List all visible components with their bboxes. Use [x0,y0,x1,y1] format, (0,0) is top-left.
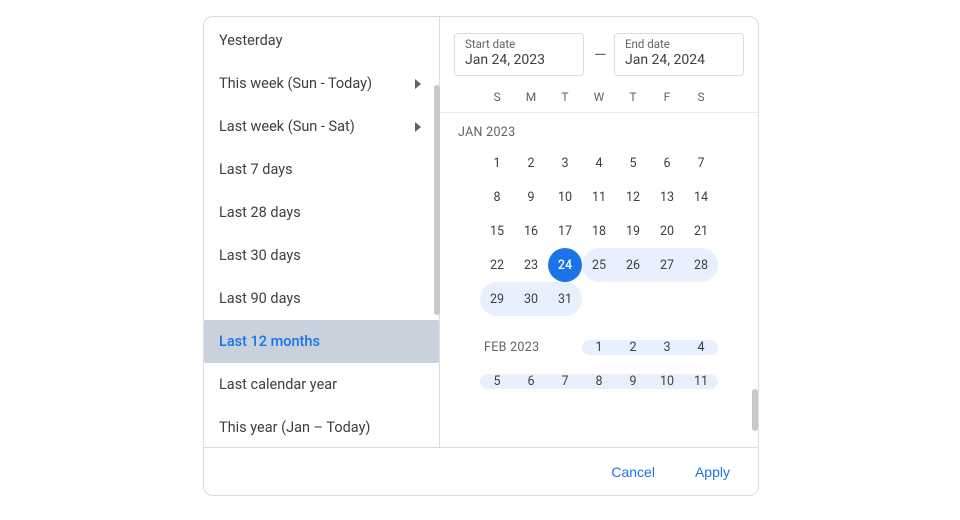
calendar-day[interactable]: 24 [548,248,582,282]
preset-label: Last 28 days [219,204,301,221]
start-date-value: Jan 24, 2023 [465,51,573,69]
date-range-separator: — [594,45,604,64]
preset-label: Last 12 months [219,333,320,350]
month-grid: 1234567891011121314151617181920212223242… [454,146,744,316]
calendar-day[interactable]: 5 [616,146,650,180]
preset-label: Last 90 days [219,290,301,307]
dow-label: S [480,90,514,104]
calendar-panel: Start date Jan 24, 2023 — End date Jan 2… [440,17,758,447]
preset-label: This year (Jan – Today) [219,419,370,436]
preset-this-week-sun-today[interactable]: This week (Sun - Today) [204,62,439,105]
preset-last-12-months[interactable]: Last 12 months [204,320,439,363]
calendar-day[interactable]: 29 [480,282,514,316]
preset-label: This week (Sun - Today) [219,75,372,92]
calendar-day[interactable]: 27 [650,248,684,282]
calendar-day[interactable]: 7 [548,374,582,389]
date-range-picker: Yesterday This week (Sun - Today) Last wee… [203,16,759,496]
day-of-week-header: SMTWTFS [440,86,758,113]
preset-last-7-days[interactable]: Last 7 days [204,148,439,191]
calendar-day[interactable]: 2 [616,340,650,355]
calendar-day[interactable]: 26 [616,248,650,282]
month-label: JAN 2023 [454,113,744,146]
calendar-day[interactable]: 6 [514,374,548,389]
month-grid: 567891011 [454,364,744,398]
calendar-day[interactable]: 25 [582,248,616,282]
calendar-day[interactable]: 3 [650,340,684,355]
calendar-day[interactable]: 1 [582,340,616,355]
preset-label: Last 7 days [219,161,293,178]
month-label: FEB 2023 [480,340,582,355]
calendar-day[interactable]: 10 [548,180,582,214]
start-date-field[interactable]: Start date Jan 24, 2023 [454,33,584,76]
calendar-day[interactable]: 14 [684,180,718,214]
preset-sidebar: Yesterday This week (Sun - Today) Last wee… [204,17,440,447]
end-date-field[interactable]: End date Jan 24, 2024 [614,33,744,76]
preset-yesterday[interactable]: Yesterday [204,19,439,62]
calendar-months[interactable]: JAN 202312345678910111213141516171819202… [440,113,758,447]
start-date-label: Start date [465,38,573,51]
calendar-day[interactable]: 8 [480,180,514,214]
calendar-day[interactable]: 8 [582,374,616,389]
dow-label: T [548,90,582,104]
dow-label: F [650,90,684,104]
calendar-day[interactable]: 1 [480,146,514,180]
end-date-label: End date [625,38,733,51]
calendar-day[interactable]: 20 [650,214,684,248]
end-date-value: Jan 24, 2024 [625,51,733,69]
calendar-day[interactable]: 6 [650,146,684,180]
chevron-right-icon [415,122,421,132]
preset-label: Last calendar year [219,376,337,393]
preset-last-calendar-year[interactable]: Last calendar year [204,363,439,406]
calendar-day[interactable]: 15 [480,214,514,248]
calendar-day[interactable]: 4 [684,340,718,355]
preset-last-week-sun-sat[interactable]: Last week (Sun - Sat) [204,105,439,148]
calendar-day[interactable]: 10 [650,374,684,389]
calendar-day[interactable]: 11 [582,180,616,214]
calendar-day[interactable]: 4 [582,146,616,180]
calendar-day[interactable]: 23 [514,248,548,282]
preset-label: Yesterday [219,32,282,49]
dow-label: M [514,90,548,104]
calendar-day[interactable]: 11 [684,374,718,389]
calendar-day[interactable]: 17 [548,214,582,248]
calendar-day[interactable]: 5 [480,374,514,389]
dow-label: S [684,90,718,104]
calendar-day[interactable]: 2 [514,146,548,180]
calendar-day[interactable]: 9 [514,180,548,214]
calendar-day[interactable]: 3 [548,146,582,180]
preset-label: Last week (Sun - Sat) [219,118,355,135]
calendar-day[interactable]: 31 [548,282,582,316]
calendar-day[interactable]: 21 [684,214,718,248]
preset-last-28-days[interactable]: Last 28 days [204,191,439,234]
chevron-right-icon [415,79,421,89]
calendar-day[interactable]: 7 [684,146,718,180]
month-grid: FEB 20231234 [454,330,744,364]
calendar-day[interactable]: 30 [514,282,548,316]
dow-label: T [616,90,650,104]
preset-this-year-jan-today[interactable]: This year (Jan – Today) [204,406,439,447]
calendar-scrollbar[interactable] [752,389,758,431]
preset-last-90-days[interactable]: Last 90 days [204,277,439,320]
calendar-day[interactable]: 9 [616,374,650,389]
preset-last-30-days[interactable]: Last 30 days [204,234,439,277]
cancel-button[interactable]: Cancel [605,463,661,481]
dialog-footer: Cancel Apply [204,447,758,496]
apply-button[interactable]: Apply [689,463,736,481]
calendar-day[interactable]: 13 [650,180,684,214]
calendar-day[interactable]: 12 [616,180,650,214]
dow-label: W [582,90,616,104]
calendar-day[interactable]: 22 [480,248,514,282]
calendar-day[interactable]: 16 [514,214,548,248]
calendar-day[interactable]: 28 [684,248,718,282]
calendar-day[interactable]: 19 [616,214,650,248]
calendar-day[interactable]: 18 [582,214,616,248]
preset-label: Last 30 days [219,247,301,264]
